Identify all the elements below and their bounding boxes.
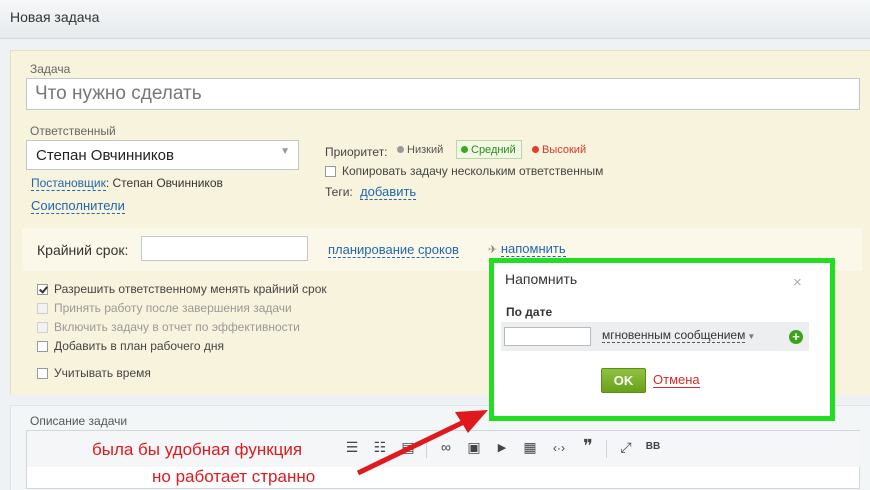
annotation-line2: но работает странно — [152, 467, 316, 486]
annotation-line1: была бы удобная функция — [92, 440, 303, 459]
annotation-arrow — [356, 410, 488, 476]
arrow-shaft — [356, 417, 470, 476]
